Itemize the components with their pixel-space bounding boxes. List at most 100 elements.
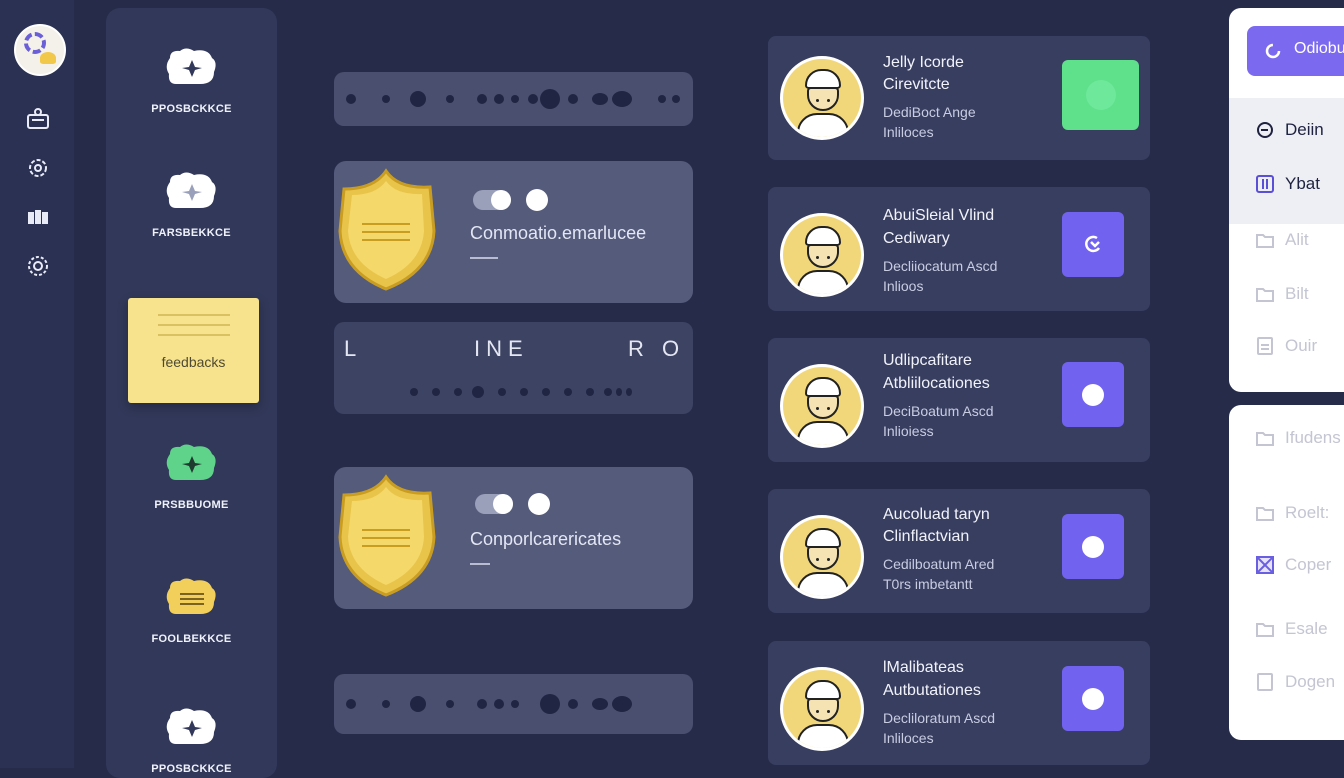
menu-item[interactable]: Ybat [1255, 174, 1320, 194]
speech-bubble-icon [166, 48, 216, 84]
feedback-item[interactable]: FOOLBEKKCE [106, 578, 277, 645]
profile-detail: T0rs imbetantt [883, 576, 973, 592]
badge-card[interactable]: Conmoatio.emarlucee [334, 161, 693, 303]
folder-icon [1255, 503, 1275, 523]
menu-item-label: Alit [1285, 230, 1309, 249]
profile-detail: Decliiocatum Ascd [883, 258, 998, 274]
menu-item[interactable]: Ouir [1255, 336, 1317, 356]
profile-card[interactable]: AbuiSleial Vlind Cediwary Decliiocatum A… [768, 187, 1150, 311]
menu-item-label: Bilt [1285, 284, 1309, 303]
profile-role: Cirevitcte [883, 76, 950, 93]
menu-item[interactable]: Roelt: [1255, 503, 1329, 523]
avatar [780, 56, 864, 140]
right-menu-secondary: Ifudens Roelt: Coper Esale Dogen [1229, 405, 1344, 740]
avatar [780, 515, 864, 599]
circle-icon [1085, 80, 1116, 110]
profile-role: Atbliilocationes [883, 375, 990, 392]
profile-name: Jelly Icorde [883, 54, 964, 71]
toggle-switch[interactable] [475, 494, 513, 514]
check-icon[interactable] [526, 189, 548, 211]
circle-icon [1082, 383, 1104, 406]
profile-card[interactable]: Aucoluad taryn Clinflactvian Cedilboatum… [768, 489, 1150, 613]
right-menu: Odiobu Deiin Ybat Alit Bilt Ouir [1229, 8, 1344, 392]
profile-detail: Decliloratum Ascd [883, 710, 996, 726]
card-title: Conporlcarericates [470, 529, 622, 549]
inbox-icon[interactable] [25, 106, 51, 132]
folder-icon [1255, 284, 1275, 304]
folder-icon [1255, 230, 1275, 250]
profile-card[interactable]: Udlipcafitare Atbliilocationes DeciBoatu… [768, 338, 1150, 462]
profile-role: Autbutationes [883, 682, 981, 699]
divider [470, 257, 498, 259]
menu-item[interactable]: Dogen [1255, 672, 1335, 692]
letter-strip-left: L [344, 336, 363, 361]
menu-item[interactable]: Esale [1255, 619, 1328, 639]
menu-item[interactable]: Coper [1255, 555, 1331, 575]
profile-detail: Inliloces [883, 124, 934, 140]
profile-role: Cediwary [883, 230, 950, 247]
notes-bubble-icon [166, 578, 216, 614]
team-icon[interactable] [25, 204, 51, 230]
menu-item-label: Coper [1285, 555, 1332, 574]
profile-detail: DeciBoatum Ascd [883, 403, 994, 419]
menu-item[interactable]: Bilt [1255, 284, 1309, 304]
menu-primary-label: Odiobu [1294, 40, 1344, 57]
refresh-icon [1265, 43, 1281, 59]
menu-item-label: Ybat [1285, 174, 1320, 193]
menu-item-label: Ifudens [1285, 428, 1341, 447]
feedback-item[interactable]: PPOSBCKKCE [106, 48, 277, 115]
menu-item-label: Ouir [1285, 336, 1318, 355]
profile-name: AbuiSleial Vlind [883, 207, 995, 224]
profile-card[interactable]: Jelly Icorde Cirevitcte DediBoct Ange In… [768, 36, 1150, 160]
feedback-item[interactable]: PRSBBUOME [106, 444, 277, 511]
profile-detail: Inliloces [883, 730, 934, 746]
folder-icon [1255, 619, 1275, 639]
feedback-item-label: FARSBEKKCE [152, 227, 231, 239]
profile-action-button[interactable] [1062, 514, 1124, 579]
profile-action-button[interactable] [1062, 362, 1124, 427]
speech-bubble-icon [166, 444, 216, 480]
toggle-switch[interactable] [473, 190, 511, 210]
feedback-item-label: PPOSBCKKCE [151, 103, 232, 115]
feedback-item[interactable]: FARSBEKKCE [106, 172, 277, 239]
badge-card[interactable]: Conporlcarericates [334, 467, 693, 609]
profile-detail: DediBoct Ange [883, 104, 976, 120]
menu-item-label: Roelt: [1285, 503, 1330, 522]
profile-action-button[interactable] [1062, 666, 1124, 731]
profile-detail: Inlioos [883, 278, 924, 294]
profile-role: Clinflactvian [883, 528, 970, 545]
menu-item[interactable]: Deiin [1255, 120, 1324, 140]
profile-card[interactable]: lMalibateas Autbutationes Decliloratum A… [768, 641, 1150, 765]
avatar [780, 364, 864, 448]
feedback-note-active[interactable]: feedbacks [128, 298, 259, 403]
card-title: Conmoatio.emarlucee [470, 223, 647, 243]
profile-name: Udlipcafitare [883, 352, 972, 369]
check-icon[interactable] [528, 493, 550, 515]
shield-icon [338, 474, 436, 597]
profile-name: lMalibateas [883, 659, 964, 676]
profile-name: Aucoluad taryn [883, 506, 990, 523]
close-box-icon [1255, 555, 1275, 575]
settings-icon[interactable] [25, 155, 51, 181]
divider [470, 563, 490, 565]
menu-item[interactable]: Alit [1255, 230, 1309, 250]
circle-icon [1082, 687, 1104, 710]
profile-action-button[interactable] [1062, 212, 1124, 277]
feedback-item[interactable]: PPOSBCKKCE [106, 708, 277, 775]
pagination-bar[interactable] [334, 674, 693, 734]
menu-item-label: Esale [1285, 619, 1328, 638]
menu-item-label: Deiin [1285, 120, 1324, 139]
menu-primary-button[interactable]: Odiobu [1247, 26, 1344, 76]
undo-icon [1085, 235, 1101, 253]
document-icon [1255, 336, 1275, 356]
menu-item-label: Dogen [1285, 672, 1336, 691]
app-logo[interactable] [14, 24, 66, 76]
shield-icon [338, 168, 436, 291]
letter-strip: L INE R O [334, 322, 693, 414]
menu-item[interactable]: Ifudens [1255, 428, 1341, 448]
pagination-bar[interactable] [334, 72, 693, 126]
feedback-note-label: feedbacks [161, 354, 226, 370]
gear-icon[interactable] [25, 253, 51, 279]
profile-action-button[interactable] [1062, 60, 1139, 130]
folder-icon [1255, 428, 1275, 448]
